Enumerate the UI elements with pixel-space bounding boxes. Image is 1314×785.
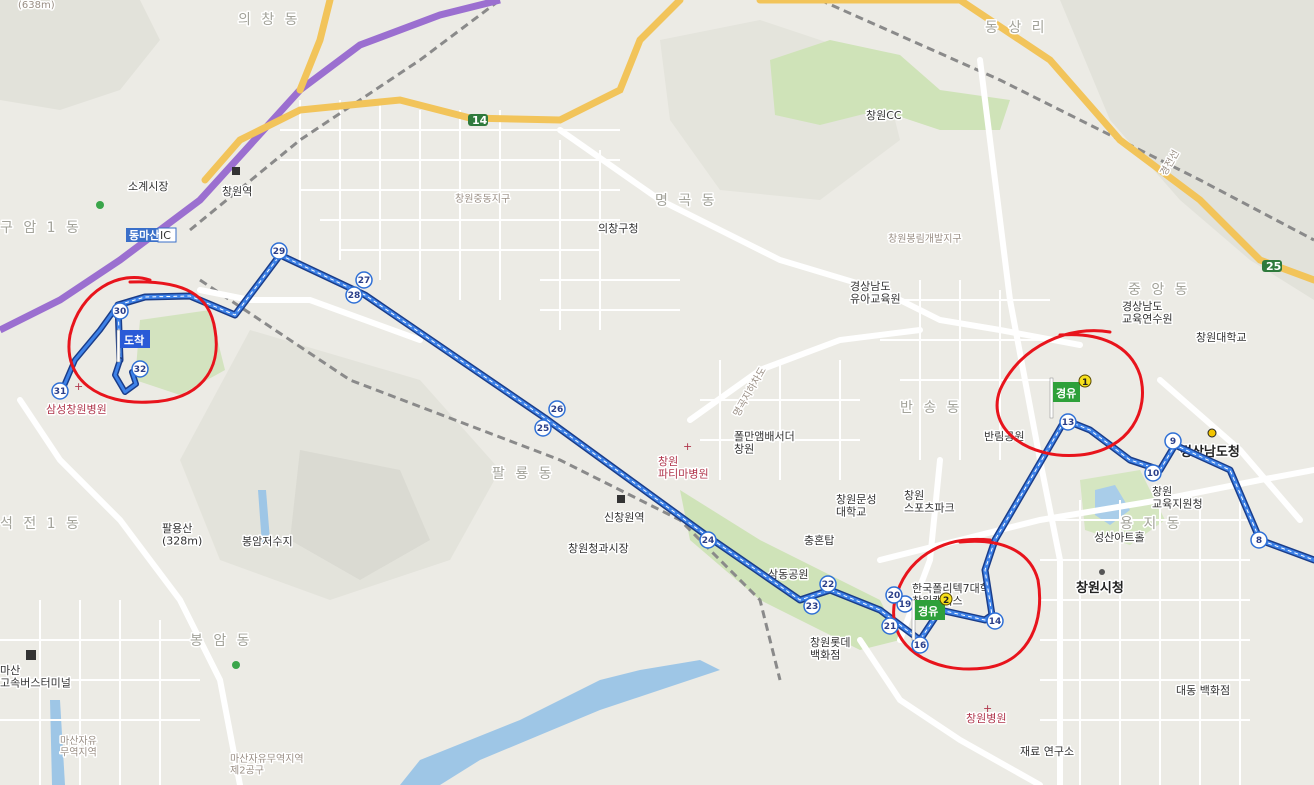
svg-text:14: 14 xyxy=(472,114,488,127)
svg-text:25: 25 xyxy=(1266,260,1281,273)
waypoint-marker: 20 xyxy=(885,586,903,604)
district-label-bansong: 반 송 동 xyxy=(900,400,963,416)
waypoint-marker: 26 xyxy=(548,400,566,418)
ic-label: 동마산 IC xyxy=(126,227,177,243)
waypoint-marker: 10 xyxy=(1144,464,1162,482)
place-label-cheongwa-market: 창원청과시장 xyxy=(568,542,629,555)
waypoint-number: 21 xyxy=(884,622,897,632)
area-label-jungdong: 창원중동지구 xyxy=(455,193,510,205)
place-label-sinchangwon-station: 신창원역 xyxy=(604,511,644,524)
waypoint-marker: 13 xyxy=(1059,413,1077,431)
bus-terminal-icon xyxy=(26,650,36,660)
train-station-icon xyxy=(232,167,240,175)
via2-flag-label: 경유 xyxy=(918,604,938,618)
government-icon xyxy=(1207,428,1217,438)
route-shield-25: 25 xyxy=(1262,260,1282,273)
waypoint-number: 14 xyxy=(989,617,1002,627)
district-label-yongji: 용 지 동 xyxy=(1120,516,1183,532)
district-label-dongsang: 동 상 리 xyxy=(985,20,1048,36)
waypoint-marker: 28 xyxy=(345,286,363,304)
district-label-jungang: 중 앙 동 xyxy=(1128,282,1191,298)
place-label-changwon-college: 창원대학교 xyxy=(1196,331,1247,344)
district-label-gueam1: 구 암 1 동 xyxy=(0,220,82,236)
waypoint-marker: 32 xyxy=(131,360,149,378)
place-label-bongam-reservoir: 봉암저수지 xyxy=(242,535,293,548)
waypoint-number: 23 xyxy=(806,602,819,612)
park-icon xyxy=(96,201,104,209)
waypoint-number: 32 xyxy=(134,365,147,375)
place-label-samsung-hospital: 삼성창원병원 xyxy=(46,403,107,416)
area-label-masanfree: 마산자유 무역지역 xyxy=(60,735,97,759)
place-label-jaeryo: 재료 연구소 xyxy=(1020,745,1074,758)
via1-flag-label: 경유 xyxy=(1056,386,1076,400)
waypoint-marker: 22 xyxy=(819,575,837,593)
waypoint-number: 27 xyxy=(358,276,371,286)
peak-label-638: (638m) xyxy=(18,0,55,11)
waypoint-number: 9 xyxy=(1170,437,1176,447)
ic-name: 동마산 xyxy=(129,228,159,242)
waypoint-number: 24 xyxy=(702,536,715,546)
place-label-changwon-cc: 창원CC xyxy=(866,109,902,122)
place-label-sogye-market: 소계시장 xyxy=(128,180,168,193)
hospital-icon: + xyxy=(683,440,692,453)
waypoint-marker: 30 xyxy=(111,302,129,320)
hospital-icon: + xyxy=(983,702,992,715)
hospital-icon: + xyxy=(74,380,83,393)
place-label-seongsan-art: 성산아트홀 xyxy=(1094,531,1145,544)
waypoint-number: 16 xyxy=(914,641,927,651)
route-shield-14: 14 xyxy=(468,114,488,127)
via2-badge: 2 xyxy=(943,596,949,606)
waypoint-number: 26 xyxy=(551,405,564,415)
waypoint-number: 29 xyxy=(273,247,286,257)
district-label-bongam: 봉 암 동 xyxy=(190,633,253,649)
waypoint-number: 25 xyxy=(537,424,550,434)
waypoint-marker: 8 xyxy=(1250,531,1268,549)
via1-badge: 1 xyxy=(1082,378,1088,388)
area-label-bonglim: 창원봉림개발지구 xyxy=(888,233,962,245)
place-label-changwon-cityhall: 창원시청 xyxy=(1076,580,1124,596)
place-label-daedong-dept: 대동 백화점 xyxy=(1176,684,1230,697)
district-label-palyong: 팔 룡 동 xyxy=(492,466,555,482)
waypoint-marker: 25 xyxy=(534,419,552,437)
waypoint-marker: 24 xyxy=(699,531,717,549)
cityhall-icon xyxy=(1099,569,1105,575)
waypoint-number: 28 xyxy=(348,291,361,301)
waypoint-number: 13 xyxy=(1062,418,1075,428)
arrival-flag-label: 도착 xyxy=(124,333,144,347)
waypoint-number: 20 xyxy=(888,591,901,601)
district-label-uichang: 의 창 동 xyxy=(238,12,301,28)
waypoint-number: 19 xyxy=(899,600,912,610)
place-label-changwon-station: 창원역 xyxy=(222,185,252,198)
route-map[interactable]: 의 창 동 명 곡 동 구 암 1 동 팔 룡 동 반 송 동 봉 암 동 용 … xyxy=(0,0,1314,785)
ic-suffix: IC xyxy=(160,229,171,242)
waypoint-number: 10 xyxy=(1147,469,1160,479)
waypoint-marker: 9 xyxy=(1164,432,1182,450)
waypoint-number: 31 xyxy=(54,387,67,397)
waypoint-number: 22 xyxy=(822,580,835,590)
waypoint-marker: 29 xyxy=(270,242,288,260)
district-label-seokjeon1: 석 전 1 동 xyxy=(0,516,82,532)
park-icon xyxy=(232,661,240,669)
waypoint-number: 30 xyxy=(114,307,127,317)
place-label-uichang-gu: 의창구청 xyxy=(598,222,638,235)
waypoint-marker: 27 xyxy=(355,271,373,289)
waypoint-marker: 31 xyxy=(51,382,69,400)
waypoint-marker: 21 xyxy=(881,617,899,635)
train-station-icon xyxy=(617,495,625,503)
waypoint-marker: 23 xyxy=(803,597,821,615)
waypoint-marker: 14 xyxy=(986,612,1004,630)
place-label-chunghontap: 충혼탑 xyxy=(804,534,834,547)
waypoint-number: 8 xyxy=(1256,536,1262,546)
district-label-myeonggok: 명 곡 동 xyxy=(655,193,718,209)
